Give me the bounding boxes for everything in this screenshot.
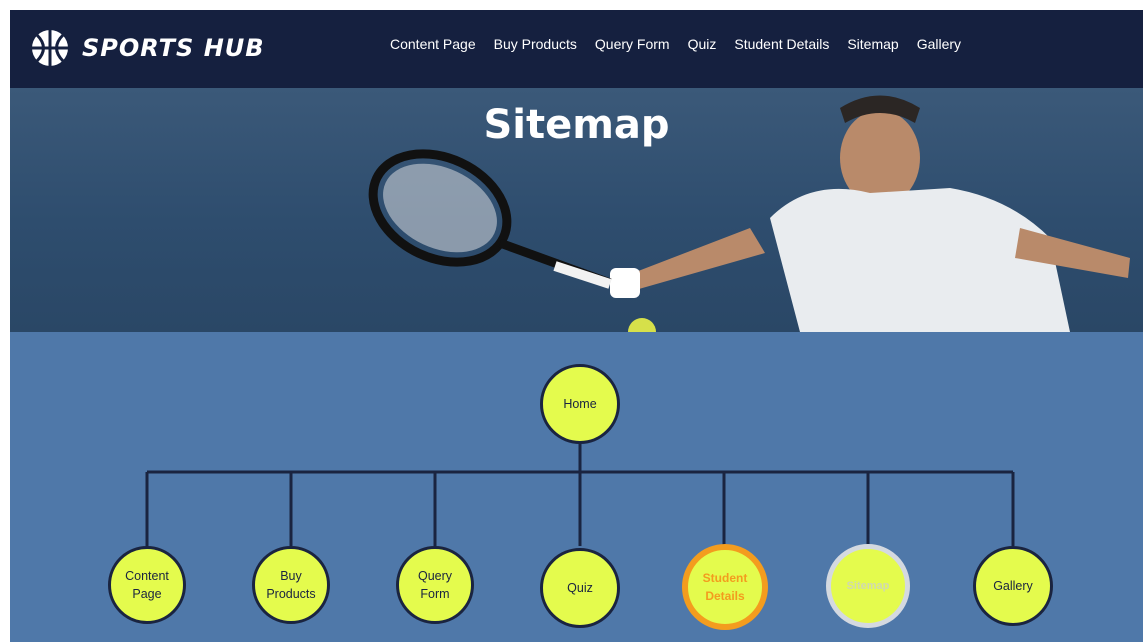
node-label: Gallery xyxy=(993,579,1033,593)
navbar: SPORTS HUB Content Page Buy Products Que… xyxy=(10,10,1143,88)
sitemap-node-quiz[interactable]: Quiz xyxy=(540,548,620,628)
sitemap-node-home[interactable]: Home xyxy=(540,364,620,444)
basketball-icon xyxy=(32,30,68,66)
node-label: Home xyxy=(563,397,597,411)
node-label: Quiz xyxy=(567,581,593,595)
node-label: Content Page xyxy=(125,569,169,601)
node-label: Sitemap xyxy=(846,580,890,592)
nav-content-page[interactable]: Content Page xyxy=(390,36,476,52)
sitemap-section: Home Content Page Buy Products Query For… xyxy=(10,332,1143,642)
page-title: Sitemap xyxy=(483,102,670,148)
page-frame: SPORTS HUB Content Page Buy Products Que… xyxy=(10,10,1143,642)
node-label: Query Form xyxy=(417,569,453,601)
nav-student-details[interactable]: Student Details xyxy=(734,36,829,52)
hero-banner: Sitemap xyxy=(10,88,1143,332)
node-label: Student Details xyxy=(702,571,748,603)
nav-gallery[interactable]: Gallery xyxy=(917,36,961,52)
sitemap-node-query-form[interactable]: Query Form xyxy=(396,546,474,624)
nav-buy-products[interactable]: Buy Products xyxy=(494,36,577,52)
brand-name: SPORTS HUB xyxy=(82,34,265,62)
node-label: Buy Products xyxy=(266,569,316,601)
nav-query-form[interactable]: Query Form xyxy=(595,36,670,52)
main-nav: Content Page Buy Products Query Form Qui… xyxy=(390,36,961,52)
sitemap-node-buy-products[interactable]: Buy Products xyxy=(252,546,330,624)
logo[interactable]: SPORTS HUB xyxy=(28,26,265,70)
sitemap-node-gallery[interactable]: Gallery xyxy=(973,546,1053,626)
sitemap-node-sitemap[interactable]: Sitemap xyxy=(826,544,910,628)
sitemap-node-content-page[interactable]: Content Page xyxy=(108,546,186,624)
nav-quiz[interactable]: Quiz xyxy=(688,36,717,52)
sitemap-node-student-details[interactable]: Student Details xyxy=(682,544,768,630)
nav-sitemap[interactable]: Sitemap xyxy=(847,36,898,52)
